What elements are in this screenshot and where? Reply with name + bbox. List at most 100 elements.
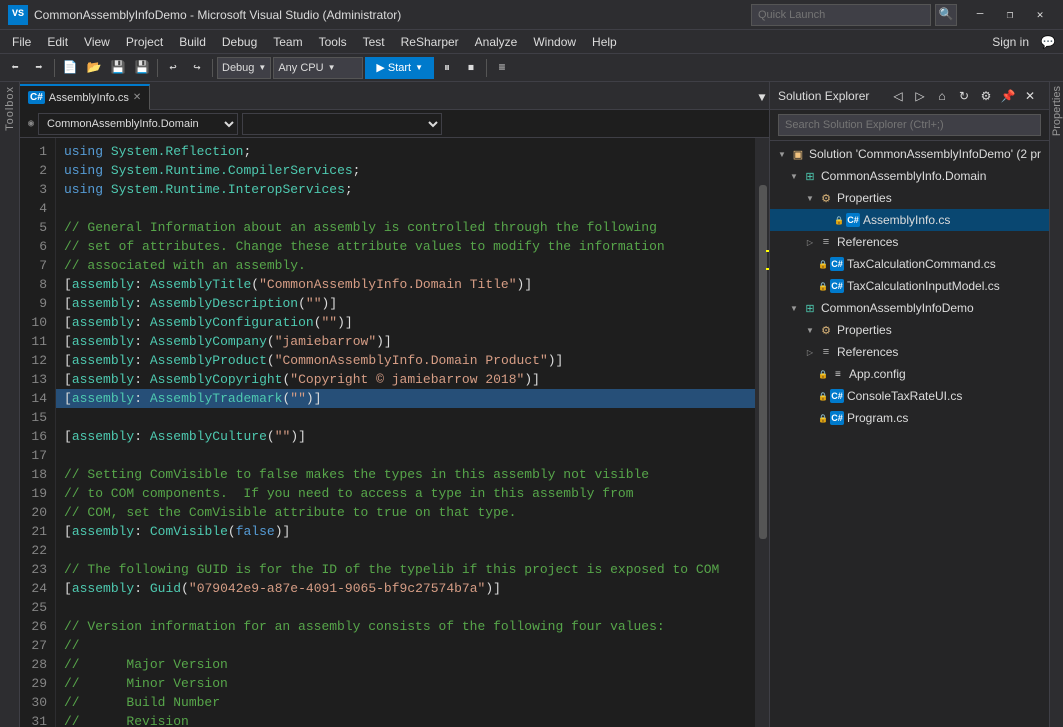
code-content[interactable]: using System.Reflection; using System.Ru… bbox=[56, 138, 755, 727]
stop-icon[interactable]: ⏹ bbox=[460, 57, 482, 79]
se-pin-btn[interactable]: 📌 bbox=[997, 85, 1019, 107]
feedback-icon[interactable]: 💬 bbox=[1037, 30, 1059, 54]
main-project-icon: ⊞ bbox=[802, 300, 818, 316]
toolbar-more[interactable]: ≡ bbox=[491, 57, 513, 79]
scrollbar-gutter[interactable] bbox=[755, 138, 769, 727]
se-home-btn[interactable]: ⌂ bbox=[931, 85, 953, 107]
main-project-label: CommonAssemblyInfoDemo bbox=[821, 301, 974, 315]
references-1-arrow: ▷ bbox=[802, 238, 818, 247]
menu-project[interactable]: Project bbox=[118, 30, 171, 54]
tree-domain-project[interactable]: ▼ ⊞ CommonAssemblyInfo.Domain bbox=[770, 165, 1049, 187]
console-tax-label: ConsoleTaxRateUI.cs bbox=[847, 389, 962, 403]
tree-properties-1[interactable]: ▼ ⚙ Properties bbox=[770, 187, 1049, 209]
tree-references-2[interactable]: ▷ ≡ References bbox=[770, 341, 1049, 363]
sep-1 bbox=[54, 59, 55, 77]
debug-config-dropdown[interactable]: Debug ▼ bbox=[217, 57, 271, 79]
undo-icon[interactable]: ↩ bbox=[162, 57, 184, 79]
menu-debug[interactable]: Debug bbox=[214, 30, 265, 54]
signin-button[interactable]: Sign in bbox=[984, 30, 1037, 54]
debug-config-arrow: ▼ bbox=[258, 63, 266, 72]
tab-assemblyinfo[interactable]: C# AssemblyInfo.cs ✕ bbox=[20, 84, 150, 110]
line-numbers: 12345 678910 1112131415 1617181920 21222… bbox=[20, 138, 56, 727]
menu-window[interactable]: Window bbox=[525, 30, 584, 54]
domain-project-icon: ⊞ bbox=[802, 168, 818, 184]
open-folder-icon[interactable]: 📂 bbox=[83, 57, 105, 79]
save-all-icon[interactable]: 💾 bbox=[131, 57, 153, 79]
redo-icon[interactable]: ↪ bbox=[186, 57, 208, 79]
tree-taxcalc-input[interactable]: 🔒 C# TaxCalculationInputModel.cs bbox=[770, 275, 1049, 297]
code-editor[interactable]: 12345 678910 1112131415 1617181920 21222… bbox=[20, 138, 769, 727]
save-icon[interactable]: 💾 bbox=[107, 57, 129, 79]
title-bar: VS CommonAssemblyInfoDemo - Microsoft Vi… bbox=[0, 0, 1063, 30]
menu-tools[interactable]: Tools bbox=[311, 30, 355, 54]
menu-file[interactable]: File bbox=[4, 30, 39, 54]
solution-arrow: ▼ bbox=[774, 150, 790, 159]
se-filter-btn[interactable]: ⚙ bbox=[975, 85, 997, 107]
tree-properties-2[interactable]: ▼ ⚙ Properties bbox=[770, 319, 1049, 341]
tab-close-icon[interactable]: ✕ bbox=[133, 92, 141, 103]
properties-2-label: Properties bbox=[837, 323, 892, 337]
minimize-button[interactable]: ─ bbox=[965, 0, 995, 30]
tree-assemblyinfo-1[interactable]: 🔒 C# AssemblyInfo.cs bbox=[770, 209, 1049, 231]
platform-arrow: ▼ bbox=[328, 63, 336, 72]
pause-icon[interactable]: ⏸ bbox=[436, 57, 458, 79]
se-refresh-btn[interactable]: ↻ bbox=[953, 85, 975, 107]
menu-help[interactable]: Help bbox=[584, 30, 625, 54]
references-2-icon: ≡ bbox=[818, 344, 834, 360]
forward-button[interactable]: ➡ bbox=[28, 57, 50, 79]
warning-indicator-1 bbox=[766, 250, 769, 252]
scroll-tabs-right[interactable]: ▼ bbox=[755, 87, 769, 109]
assemblyinfo-1-icon: C# bbox=[846, 213, 860, 227]
tree-console-tax[interactable]: 🔒 C# ConsoleTaxRateUI.cs bbox=[770, 385, 1049, 407]
app-config-icon: ≡ bbox=[830, 366, 846, 382]
tree-program[interactable]: 🔒 C# Program.cs bbox=[770, 407, 1049, 429]
namespace-select[interactable]: CommonAssemblyInfo.Domain bbox=[38, 113, 238, 135]
menu-team[interactable]: Team bbox=[265, 30, 310, 54]
references-1-icon: ≡ bbox=[818, 234, 834, 250]
quick-launch-input[interactable] bbox=[751, 4, 931, 26]
quick-launch-search-icon[interactable]: 🔍 bbox=[935, 4, 957, 26]
lock-badge-4: 🔒 bbox=[818, 370, 828, 379]
lock-badge-1: 🔒 bbox=[834, 216, 844, 225]
properties-2-icon: ⚙ bbox=[818, 322, 834, 338]
menu-edit[interactable]: Edit bbox=[39, 30, 76, 54]
close-button[interactable]: ✕ bbox=[1025, 0, 1055, 30]
new-project-icon[interactable]: 📄 bbox=[59, 57, 81, 79]
taxcalc-input-icon: C# bbox=[830, 279, 844, 293]
se-forward-btn[interactable]: ▷ bbox=[909, 85, 931, 107]
tree-main-project[interactable]: ▼ ⊞ CommonAssemblyInfoDemo bbox=[770, 297, 1049, 319]
solution-explorer-search bbox=[770, 110, 1049, 141]
menu-test[interactable]: Test bbox=[355, 30, 393, 54]
tree-references-1[interactable]: ▷ ≡ References bbox=[770, 231, 1049, 253]
member-select[interactable] bbox=[242, 113, 442, 135]
se-close-btn[interactable]: ✕ bbox=[1019, 85, 1041, 107]
references-2-arrow: ▷ bbox=[802, 348, 818, 357]
se-back-btn[interactable]: ◁ bbox=[887, 85, 909, 107]
menu-resharper[interactable]: ReSharper bbox=[393, 30, 467, 54]
scrollbar-thumb[interactable] bbox=[759, 185, 767, 538]
toolbox-label: Toolbox bbox=[4, 86, 16, 131]
solution-explorer: Solution Explorer ◁ ▷ ⌂ ↻ ⚙ 📌 ✕ ▼ ▣ Solu… bbox=[769, 82, 1049, 727]
toolbox-panel: Toolbox bbox=[0, 82, 20, 727]
path-bar: ◉ CommonAssemblyInfo.Domain bbox=[20, 110, 769, 138]
tree-taxcalc-command[interactable]: 🔒 C# TaxCalculationCommand.cs bbox=[770, 253, 1049, 275]
menu-view[interactable]: View bbox=[76, 30, 118, 54]
taxcalc-input-label: TaxCalculationInputModel.cs bbox=[847, 279, 1000, 293]
solution-explorer-titlebar: Solution Explorer ◁ ▷ ⌂ ↻ ⚙ 📌 ✕ bbox=[770, 82, 1049, 110]
se-search-input[interactable] bbox=[778, 114, 1041, 136]
sep-2 bbox=[157, 59, 158, 77]
tree-app-config[interactable]: 🔒 ≡ App.config bbox=[770, 363, 1049, 385]
start-button[interactable]: ▶ Start ▼ bbox=[365, 57, 434, 79]
console-tax-icon: C# bbox=[830, 389, 844, 403]
back-button[interactable]: ⬅ bbox=[4, 57, 26, 79]
path-icon: ◉ bbox=[28, 118, 34, 130]
main-project-arrow: ▼ bbox=[786, 304, 802, 313]
menu-analyze[interactable]: Analyze bbox=[467, 30, 526, 54]
restore-button[interactable]: ❐ bbox=[995, 0, 1025, 30]
platform-dropdown[interactable]: Any CPU ▼ bbox=[273, 57, 363, 79]
tree-solution[interactable]: ▼ ▣ Solution 'CommonAssemblyInfoDemo' (2… bbox=[770, 143, 1049, 165]
quick-launch-area: 🔍 bbox=[751, 4, 957, 26]
menu-build[interactable]: Build bbox=[171, 30, 214, 54]
lock-badge-5: 🔒 bbox=[818, 392, 828, 401]
program-icon: C# bbox=[830, 411, 844, 425]
